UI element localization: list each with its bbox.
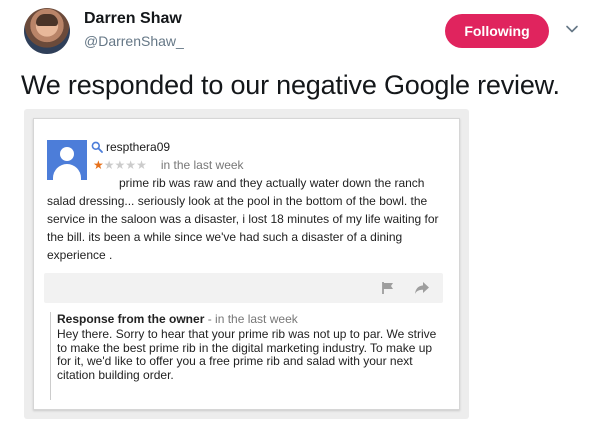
flag-icon[interactable] (381, 281, 395, 295)
tweet-header: Darren Shaw @DarrenShaw_ Following (20, 8, 585, 58)
review-screenshot-card[interactable]: respthera09 ★★★★★ in the last week prime… (24, 109, 469, 419)
share-arrow-icon[interactable] (414, 281, 430, 295)
chevron-down-icon[interactable] (565, 22, 579, 36)
owner-response-text: Hey there. Sorry to hear that your prime… (57, 327, 437, 382)
star-empty-icon: ★ (136, 158, 147, 172)
owner-response: Response from the owner - in the last we… (50, 312, 445, 400)
star-empty-icon: ★ (125, 158, 137, 172)
review-panel: respthera09 ★★★★★ in the last week prime… (33, 118, 460, 410)
review-text: prime rib was raw and they actually wate… (47, 176, 439, 262)
star-rating: ★★★★★ in the last week (93, 156, 244, 174)
profile-avatar[interactable] (24, 8, 70, 54)
search-icon (91, 141, 103, 153)
star-filled-icon: ★ (93, 158, 104, 172)
owner-response-separator: - (204, 312, 216, 326)
review-action-bar (44, 273, 443, 303)
user-name[interactable]: Darren Shaw (84, 10, 182, 28)
owner-response-header: Response from the owner - in the last we… (57, 312, 445, 327)
tweet-text: We responded to our negative Google revi… (21, 70, 560, 100)
star-empty-icon: ★ (103, 158, 115, 172)
review-time: in the last week (160, 158, 244, 172)
rating-stars: ★★★★★ (93, 156, 147, 174)
reviewer-name[interactable]: respthera09 (106, 140, 170, 154)
user-handle[interactable]: @DarrenShaw_ (84, 33, 184, 49)
following-button[interactable]: Following (445, 14, 549, 48)
owner-response-title: Response from the owner (57, 312, 205, 326)
reviewer-row: respthera09 (91, 139, 170, 155)
owner-response-time: in the last week (215, 312, 298, 326)
star-empty-icon: ★ (114, 158, 126, 172)
